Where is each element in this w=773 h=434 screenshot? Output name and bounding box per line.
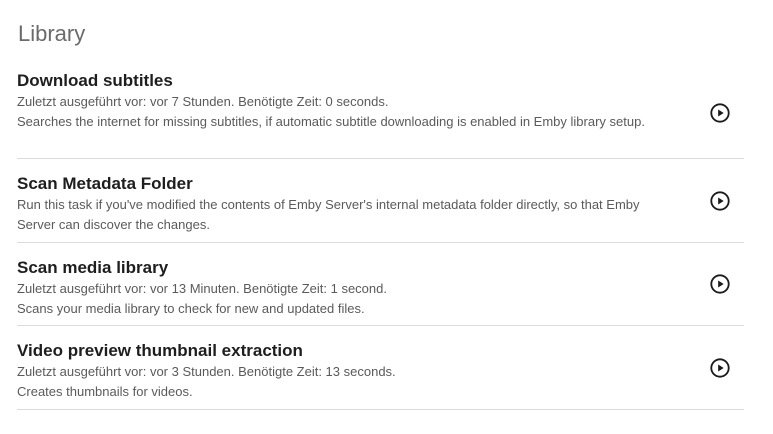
run-task-button[interactable] xyxy=(709,273,731,295)
task-last-run: Zuletzt ausgeführt vor: vor 3 Stunden. B… xyxy=(17,364,396,379)
run-task-button[interactable] xyxy=(709,190,731,212)
task-item-video-preview-thumbnail-extraction[interactable]: Video preview thumbnail extraction Zulet… xyxy=(17,326,744,410)
task-last-run: Zuletzt ausgeführt vor: vor 7 Stunden. B… xyxy=(17,94,389,109)
task-item-scan-metadata-folder[interactable]: Scan Metadata Folder Run this task if yo… xyxy=(17,159,744,243)
task-item-download-subtitles[interactable]: Download subtitles Zuletzt ausgeführt vo… xyxy=(17,68,744,159)
task-description: Creates thumbnails for videos. xyxy=(17,384,193,399)
play-circle-icon xyxy=(710,274,730,294)
run-task-button[interactable] xyxy=(709,102,731,124)
task-name[interactable]: Scan Metadata Folder xyxy=(17,173,664,195)
task-list: Download subtitles Zuletzt ausgeführt vo… xyxy=(17,68,744,410)
play-circle-icon xyxy=(710,190,730,211)
section-title: Library xyxy=(18,21,86,46)
task-name[interactable]: Video preview thumbnail extraction xyxy=(17,340,664,362)
task-item-scan-media-library[interactable]: Scan media library Zuletzt ausgeführt vo… xyxy=(17,243,744,326)
task-description: Run this task if you've modified the con… xyxy=(17,197,640,232)
play-circle-icon xyxy=(710,357,730,378)
scheduled-tasks-page: Library Download subtitles Zuletzt ausge… xyxy=(0,0,773,434)
play-circle-icon xyxy=(710,103,730,123)
task-name[interactable]: Download subtitles xyxy=(17,70,664,92)
task-last-run: Zuletzt ausgeführt vor: vor 13 Minuten. … xyxy=(17,281,387,296)
task-description: Scans your media library to check for ne… xyxy=(17,301,365,316)
task-name[interactable]: Scan media library xyxy=(17,257,664,279)
run-task-button[interactable] xyxy=(709,357,731,379)
task-description: Searches the internet for missing subtit… xyxy=(17,114,645,129)
